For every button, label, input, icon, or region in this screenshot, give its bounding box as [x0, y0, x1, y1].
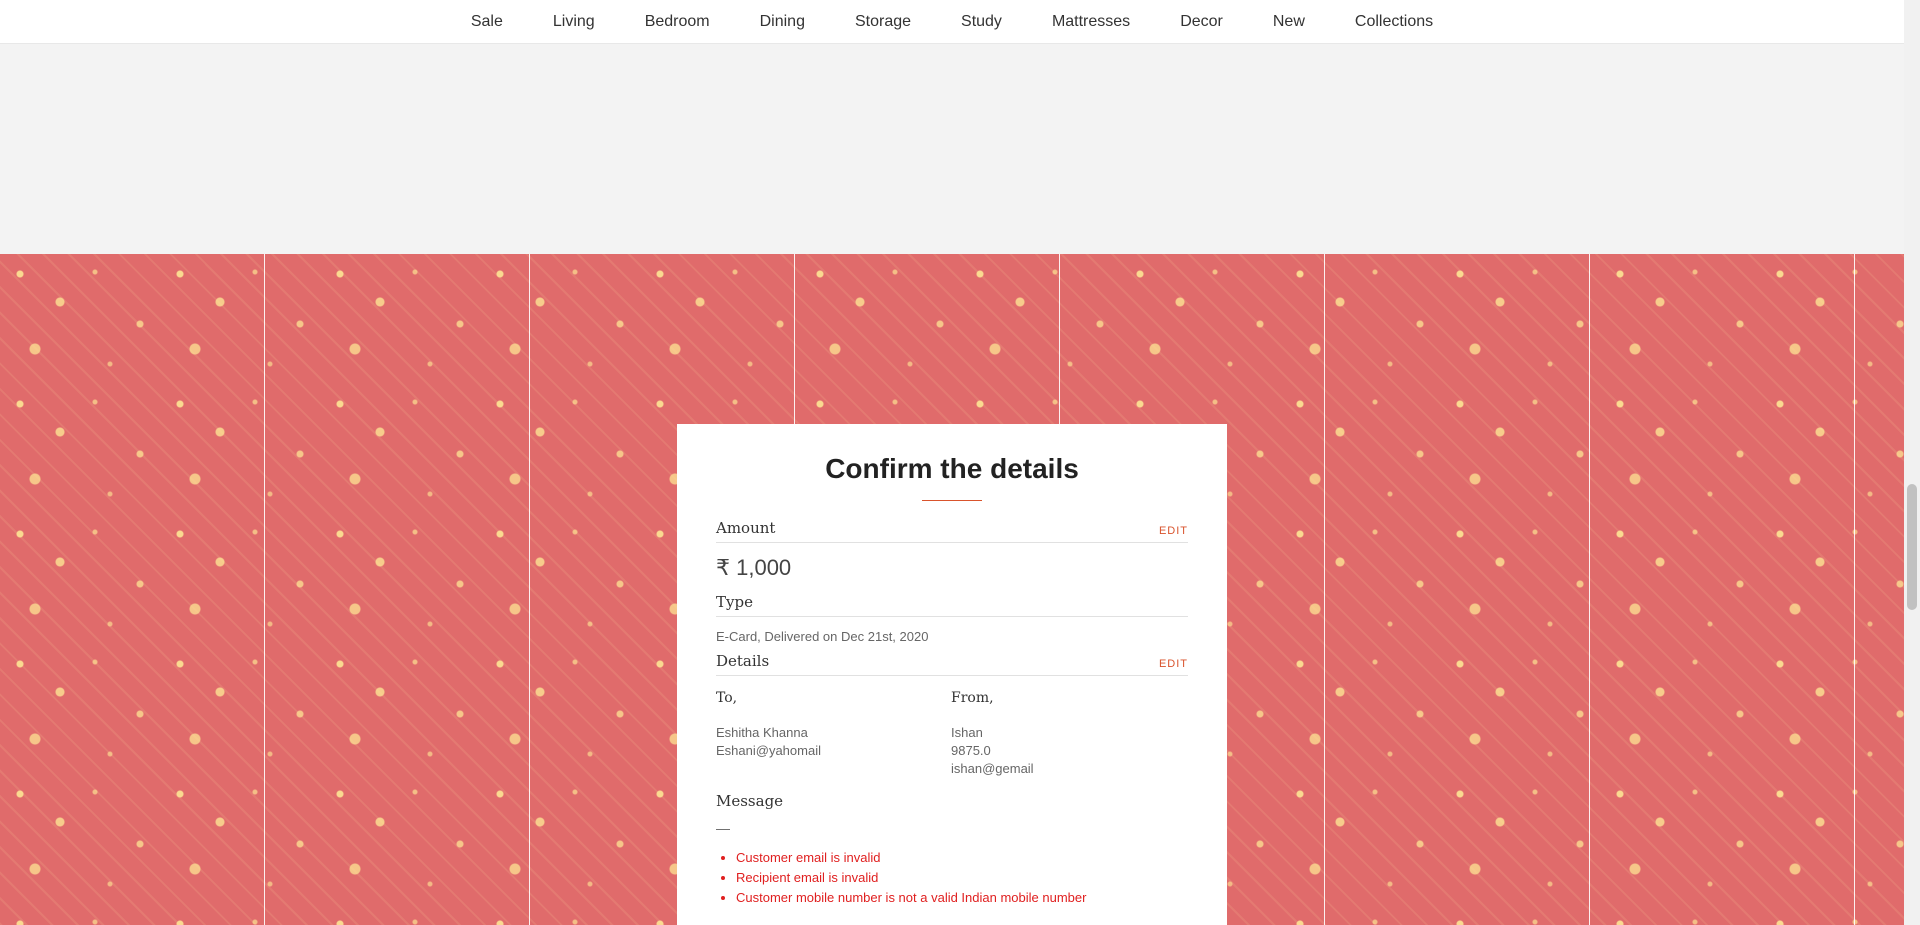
error-recipient-email: Recipient email is invalid: [736, 868, 1188, 888]
sender-phone: 9875.0: [951, 742, 991, 758]
error-customer-mobile: Customer mobile number is not a valid In…: [736, 888, 1188, 908]
page-scrollbar[interactable]: [1904, 0, 1920, 925]
pattern-panel-divider: [1324, 254, 1325, 925]
pattern-panel-divider: [529, 254, 530, 925]
nav-item-decor[interactable]: Decor: [1155, 13, 1248, 31]
confirm-details-card: Confirm the details Amount EDIT ₹ 1,000 …: [677, 424, 1227, 925]
amount-section-header: Amount EDIT: [716, 519, 1188, 543]
nav-menu: Sale Living Bedroom Dining Storage Study…: [446, 13, 1458, 31]
nav-item-bedroom[interactable]: Bedroom: [620, 13, 735, 31]
to-label: To,: [716, 689, 738, 706]
type-label: Type: [716, 592, 753, 611]
pattern-panel-divider: [264, 254, 265, 925]
amount-value: ₹ 1,000: [716, 554, 792, 580]
validation-errors: Customer email is invalid Recipient emai…: [716, 848, 1188, 908]
title-underline: [922, 499, 982, 501]
type-section-header: Type: [716, 593, 1188, 617]
details-edit-link[interactable]: EDIT: [1159, 658, 1188, 670]
nav-item-sale[interactable]: Sale: [446, 13, 528, 31]
pattern-panel-divider: [1854, 254, 1855, 925]
details-label: Details: [716, 651, 770, 670]
recipient-email: Eshani@yahomail: [716, 742, 821, 758]
sender-name: Ishan: [951, 724, 983, 740]
nav-item-new[interactable]: New: [1248, 13, 1330, 31]
details-grid: To, Eshitha Khanna Eshani@yahomail From,…: [716, 690, 1188, 778]
nav-item-collections[interactable]: Collections: [1330, 13, 1458, 31]
recipient-name: Eshitha Khanna: [716, 724, 808, 740]
details-section-header: Details EDIT: [716, 652, 1188, 676]
scrollbar-thumb[interactable]: [1907, 484, 1917, 610]
recipient-details: To, Eshitha Khanna Eshani@yahomail: [716, 690, 951, 778]
sender-email: ishan@gemail: [951, 760, 1034, 776]
nav-item-dining[interactable]: Dining: [735, 13, 830, 31]
from-label: From,: [951, 689, 994, 706]
top-navigation: Sale Living Bedroom Dining Storage Study…: [0, 0, 1904, 44]
amount-label: Amount: [716, 518, 776, 537]
error-customer-email: Customer email is invalid: [736, 848, 1188, 868]
amount-edit-link[interactable]: EDIT: [1159, 525, 1188, 537]
nav-item-living[interactable]: Living: [528, 13, 620, 31]
pattern-panel-divider: [1589, 254, 1590, 925]
page-spacer: [0, 44, 1904, 254]
message-value: —: [716, 819, 730, 836]
card-title: Confirm the details: [825, 453, 1079, 484]
message-label: Message: [716, 791, 784, 810]
nav-item-storage[interactable]: Storage: [830, 13, 936, 31]
sender-details: From, Ishan 9875.0 ishan@gemail: [951, 690, 1186, 778]
nav-item-mattresses[interactable]: Mattresses: [1027, 13, 1155, 31]
type-value: E-Card, Delivered on Dec 21st, 2020: [716, 628, 929, 644]
nav-item-study[interactable]: Study: [936, 13, 1027, 31]
